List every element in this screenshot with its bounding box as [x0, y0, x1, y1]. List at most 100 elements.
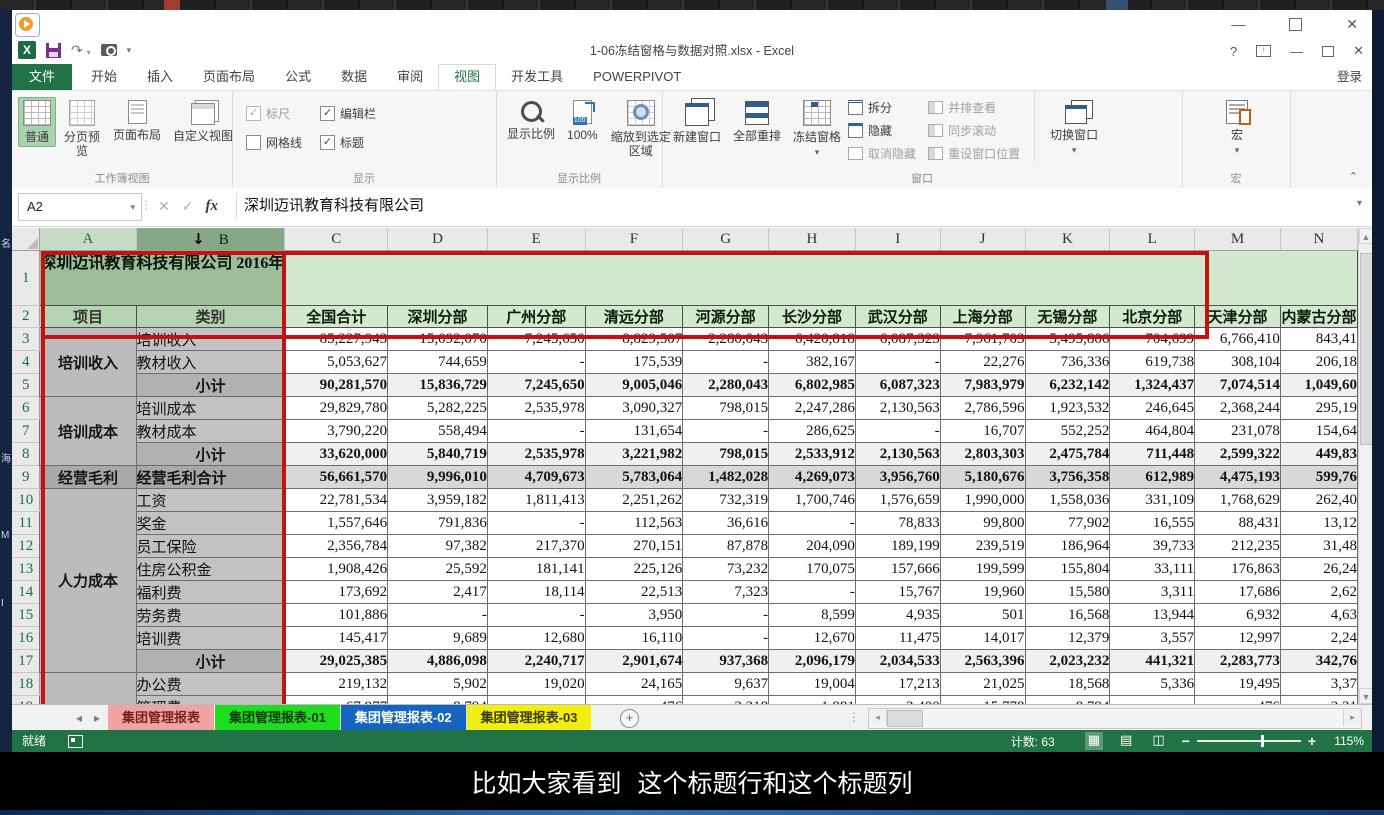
value-cell[interactable]: 308,104 — [1195, 351, 1281, 374]
value-cell[interactable]: 199,599 — [940, 558, 1025, 581]
horizontal-scrollbar[interactable]: ◂ ▸ — [868, 708, 1362, 729]
checkbox-网格线[interactable]: 网格线 — [246, 134, 302, 151]
column-header-F[interactable]: F — [585, 228, 683, 251]
row-header-7[interactable]: 7 — [12, 420, 40, 443]
value-cell[interactable]: 19,960 — [940, 581, 1025, 604]
value-cell[interactable]: 2,901,674 — [585, 650, 683, 673]
value-cell[interactable]: 5,783,064 — [585, 466, 683, 489]
zoom-button[interactable]: 显示比例 — [502, 97, 560, 144]
value-cell[interactable]: 16,555 — [1110, 512, 1195, 535]
value-cell[interactable]: 736,336 — [1025, 351, 1110, 374]
macro-record-icon[interactable] — [68, 735, 83, 748]
switch-windows-button[interactable]: 切换窗口 ▾ — [1045, 97, 1103, 160]
value-cell[interactable]: 6,766,410 — [1195, 328, 1281, 351]
value-cell[interactable]: 6,932 — [1195, 604, 1281, 627]
name-box[interactable]: A2 ▾ — [18, 193, 142, 221]
value-cell[interactable]: 1,482,028 — [683, 466, 769, 489]
value-cell[interactable]: 798,015 — [683, 397, 769, 420]
column-header-L[interactable]: L — [1110, 228, 1195, 251]
value-cell[interactable]: 15,778 — [940, 696, 1025, 705]
category-cell-办公费[interactable]: 办公费 — [136, 673, 285, 696]
value-cell[interactable]: 3,950 — [585, 604, 683, 627]
value-cell[interactable]: 2,023,232 — [1025, 650, 1110, 673]
group-cell-经营毛利[interactable]: 经营毛利 — [40, 466, 136, 489]
value-cell[interactable]: 175,539 — [585, 351, 683, 374]
value-cell[interactable]: 476 — [585, 696, 683, 705]
close-button[interactable]: ✕ — [1353, 43, 1364, 59]
value-cell[interactable]: - — [683, 604, 769, 627]
value-cell[interactable]: 77,902 — [1025, 512, 1110, 535]
value-cell[interactable]: - — [487, 420, 585, 443]
value-cell[interactable]: 101,886 — [285, 604, 388, 627]
value-cell[interactable]: 145,417 — [285, 627, 388, 650]
value-cell[interactable]: 36,616 — [683, 512, 769, 535]
value-cell[interactable]: 7,245,650 — [487, 328, 585, 351]
value-cell[interactable]: 67,977 — [285, 696, 388, 705]
value-cell[interactable]: 286,625 — [769, 420, 856, 443]
value-cell[interactable]: 15,836,729 — [388, 374, 488, 397]
value-cell[interactable]: 176,863 — [1195, 558, 1281, 581]
value-cell[interactable]: 12,670 — [769, 627, 856, 650]
header-cell-上海分部[interactable]: 上海分部 — [940, 306, 1025, 328]
column-header-G[interactable]: G — [683, 228, 769, 251]
value-cell[interactable]: 181,141 — [487, 558, 585, 581]
value-cell[interactable]: 6,087,323 — [855, 328, 940, 351]
value-cell[interactable]: 25,592 — [388, 558, 488, 581]
value-cell[interactable]: 1,576,659 — [855, 489, 940, 512]
value-cell[interactable]: 4,886,098 — [388, 650, 488, 673]
value-cell[interactable]: 843,41 — [1280, 328, 1357, 351]
normal-view-button[interactable]: 普通 — [18, 97, 56, 147]
header-cell-广州分部[interactable]: 广州分部 — [487, 306, 585, 328]
value-cell[interactable]: 15,580 — [1025, 581, 1110, 604]
value-cell[interactable]: 1,768,629 — [1195, 489, 1281, 512]
group-cell-培训成本[interactable]: 培训成本 — [40, 397, 136, 466]
value-cell[interactable]: 12,379 — [1025, 627, 1110, 650]
value-cell[interactable]: 16,568 — [1025, 604, 1110, 627]
value-cell[interactable]: 217,370 — [487, 535, 585, 558]
value-cell[interactable]: 5,840,719 — [388, 443, 488, 466]
tab-6[interactable]: 视图 — [438, 64, 496, 91]
window-small-button-拆分[interactable]: 拆分 — [848, 99, 916, 116]
value-cell[interactable]: 552,252 — [1025, 420, 1110, 443]
row-header-12[interactable]: 12 — [12, 535, 40, 558]
category-cell-培训成本[interactable]: 培训成本 — [136, 397, 285, 420]
title-row-band[interactable] — [285, 251, 1358, 306]
value-cell[interactable]: 2,034,533 — [855, 650, 940, 673]
outer-minimize-button[interactable]: — — [1231, 16, 1245, 32]
outer-maximize-button[interactable] — [1289, 18, 1302, 31]
value-cell[interactable]: 15,092,070 — [388, 328, 488, 351]
redo-icon[interactable]: ↷ ▾ — [71, 42, 91, 59]
value-cell[interactable]: 8,599 — [769, 604, 856, 627]
value-cell[interactable]: 744,659 — [388, 351, 488, 374]
value-cell[interactable]: 33,620,000 — [285, 443, 388, 466]
value-cell[interactable]: 3,37 — [1280, 673, 1357, 696]
tab-file[interactable]: 文件 — [12, 64, 72, 90]
value-cell[interactable]: - — [855, 420, 940, 443]
row-header-6[interactable]: 6 — [12, 397, 40, 420]
value-cell[interactable]: 5,282,225 — [388, 397, 488, 420]
column-header-K[interactable]: K — [1025, 228, 1110, 251]
value-cell[interactable]: 3,756,358 — [1025, 466, 1110, 489]
value-cell[interactable]: 295,19 — [1280, 397, 1357, 420]
sheet-tab-0[interactable]: 集团管理报表 — [108, 705, 215, 731]
value-cell[interactable]: 3,090,327 — [585, 397, 683, 420]
value-cell[interactable]: 231,078 — [1195, 420, 1281, 443]
value-cell[interactable]: 112,563 — [585, 512, 683, 535]
qat-dropdown-icon[interactable]: ▾ — [127, 45, 132, 56]
page-layout-button[interactable]: 页面布局 — [108, 97, 166, 145]
value-cell[interactable]: 157,666 — [855, 558, 940, 581]
zoom-out-icon[interactable]: − — [1182, 733, 1190, 749]
value-cell[interactable]: 12,680 — [487, 627, 585, 650]
row-header-1[interactable]: 1 — [12, 251, 40, 306]
value-cell[interactable]: 2,280,043 — [683, 374, 769, 397]
value-cell[interactable]: 5,053,627 — [285, 351, 388, 374]
value-cell[interactable]: 382,167 — [769, 351, 856, 374]
freeze-panes-button[interactable]: 冻结窗格▾ — [788, 97, 846, 162]
value-cell[interactable]: 3,221,982 — [585, 443, 683, 466]
value-cell[interactable]: 6,087,323 — [855, 374, 940, 397]
value-cell[interactable]: 9,637 — [683, 673, 769, 696]
value-cell[interactable]: 1,557,646 — [285, 512, 388, 535]
help-button[interactable]: ? — [1230, 44, 1237, 59]
value-cell[interactable]: 206,18 — [1280, 351, 1357, 374]
category-cell-住房公积金[interactable]: 住房公积金 — [136, 558, 285, 581]
